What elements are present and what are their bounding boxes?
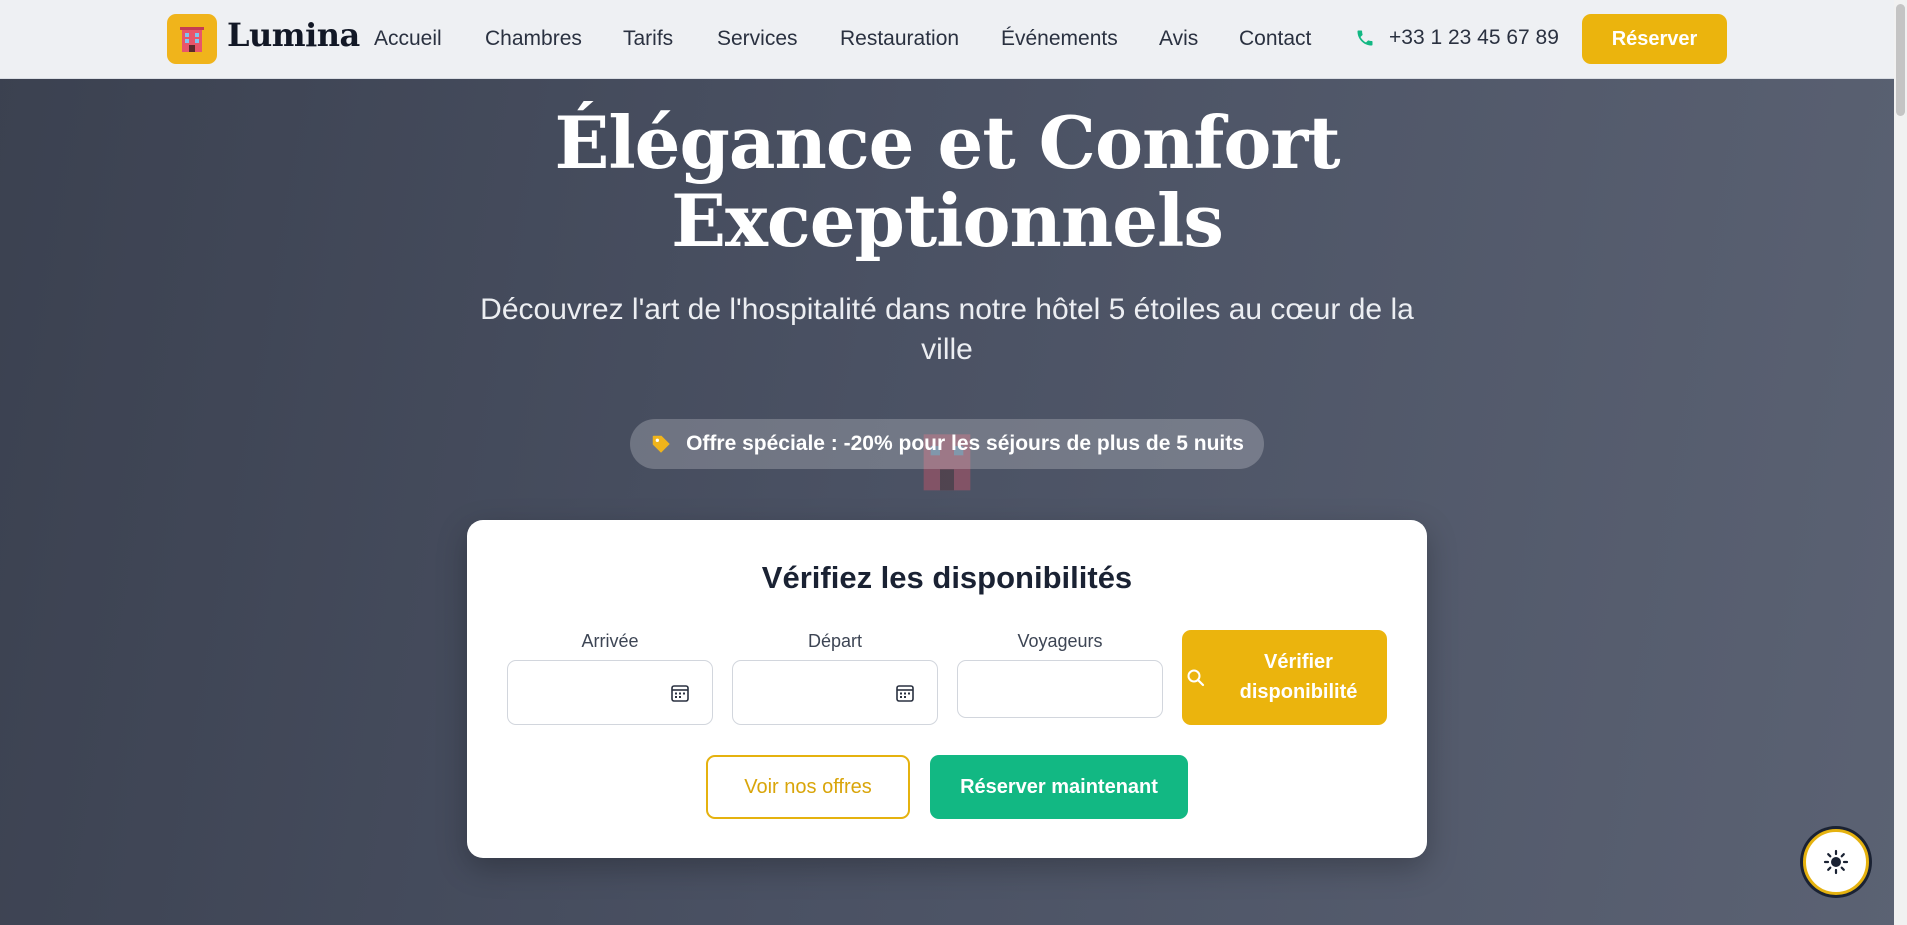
calendar-icon [671, 685, 689, 702]
departure-date-input[interactable] [732, 660, 938, 725]
nav-restauration[interactable]: Restauration [840, 27, 959, 51]
brand-name[interactable]: Lumina [227, 16, 360, 54]
view-offers-button[interactable]: Voir nos offres [706, 755, 910, 819]
hotel-logo-icon[interactable] [167, 14, 217, 64]
scrollbar-thumb[interactable] [1896, 4, 1905, 116]
top-navbar: Lumina Accueil Chambres Tarifs Services … [0, 0, 1907, 79]
hero-title-line2: Exceptionnels [671, 178, 1224, 263]
hero-title-line1: Élégance et Confort [554, 100, 1340, 185]
special-offer-badge: Offre spéciale : -20% pour les séjours d… [630, 419, 1264, 469]
departure-label: Départ [807, 631, 863, 651]
phone-number: +33 1 23 45 67 89 [1389, 26, 1559, 49]
reserve-button[interactable]: Réserver [1582, 14, 1727, 64]
availability-card: Vérifiez les disponibilités Arrivée Dépa… [467, 520, 1427, 858]
nav-services[interactable]: Services [717, 27, 798, 51]
nav-contact[interactable]: Contact [1239, 27, 1311, 51]
phone-link[interactable]: +33 1 23 45 67 89 [1355, 26, 1559, 50]
calendar-icon [896, 685, 914, 702]
guests-input[interactable] [957, 660, 1163, 718]
arrival-date-input[interactable] [507, 660, 713, 725]
arrival-label: Arrivée [581, 631, 639, 651]
theme-toggle-button[interactable] [1803, 829, 1869, 895]
search-icon [1187, 669, 1205, 687]
phone-icon [1357, 30, 1373, 46]
nav-chambres[interactable]: Chambres [485, 27, 582, 51]
nav-avis[interactable]: Avis [1159, 27, 1198, 51]
nav-accueil[interactable]: Accueil [374, 27, 442, 51]
tag-icon [652, 435, 670, 453]
verify-label-line1: Vérifier [1264, 651, 1333, 673]
availability-title: Vérifiez les disponibilités [761, 560, 1133, 595]
special-offer-text: Offre spéciale : -20% pour les séjours d… [686, 432, 1244, 455]
hero-subtitle: Découvrez l'art de l'hospitalité dans no… [480, 293, 1414, 366]
sun-icon [1823, 849, 1849, 875]
verify-availability-button[interactable]: Vérifier disponibilité [1182, 630, 1387, 725]
nav-tarifs[interactable]: Tarifs [623, 27, 673, 51]
verify-label-line2: disponibilité [1239, 681, 1358, 703]
hero-title: Élégance et Confort Exceptionnels [0, 104, 1894, 260]
page-scrollbar[interactable] [1894, 0, 1907, 925]
nav-evenements[interactable]: Événements [1001, 27, 1118, 51]
book-now-button[interactable]: Réserver maintenant [930, 755, 1188, 819]
guests-label: Voyageurs [1017, 631, 1103, 651]
